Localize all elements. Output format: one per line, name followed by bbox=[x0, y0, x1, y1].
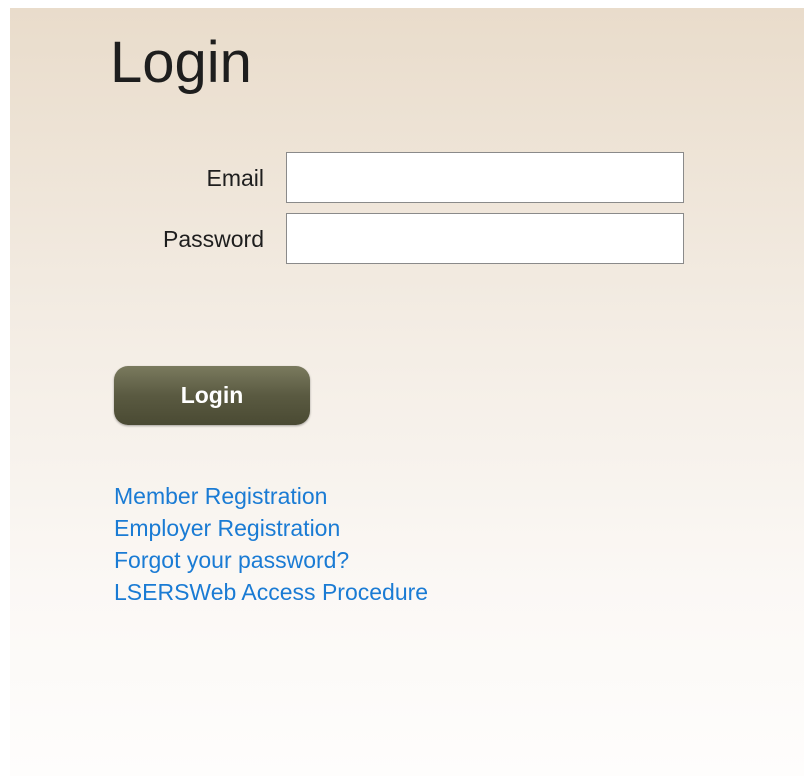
email-label: Email bbox=[206, 165, 264, 191]
email-field[interactable] bbox=[286, 152, 684, 203]
list-item: LSERSWeb Access Procedure bbox=[114, 576, 428, 608]
password-label: Password bbox=[163, 226, 264, 252]
access-procedure-link[interactable]: LSERSWeb Access Procedure bbox=[114, 579, 428, 605]
employer-registration-link[interactable]: Employer Registration bbox=[114, 515, 340, 541]
email-row: Email bbox=[10, 152, 710, 204]
links-list: Member Registration Employer Registratio… bbox=[114, 480, 428, 608]
forgot-password-link[interactable]: Forgot your password? bbox=[114, 547, 349, 573]
login-panel: Login Email Password Login Member Regist… bbox=[10, 8, 804, 776]
member-registration-link[interactable]: Member Registration bbox=[114, 483, 327, 509]
password-field[interactable] bbox=[286, 213, 684, 264]
list-item: Employer Registration bbox=[114, 512, 428, 544]
password-row: Password bbox=[10, 213, 710, 265]
page-title: Login bbox=[110, 30, 252, 95]
list-item: Member Registration bbox=[114, 480, 428, 512]
list-item: Forgot your password? bbox=[114, 544, 428, 576]
login-button[interactable]: Login bbox=[114, 366, 310, 425]
